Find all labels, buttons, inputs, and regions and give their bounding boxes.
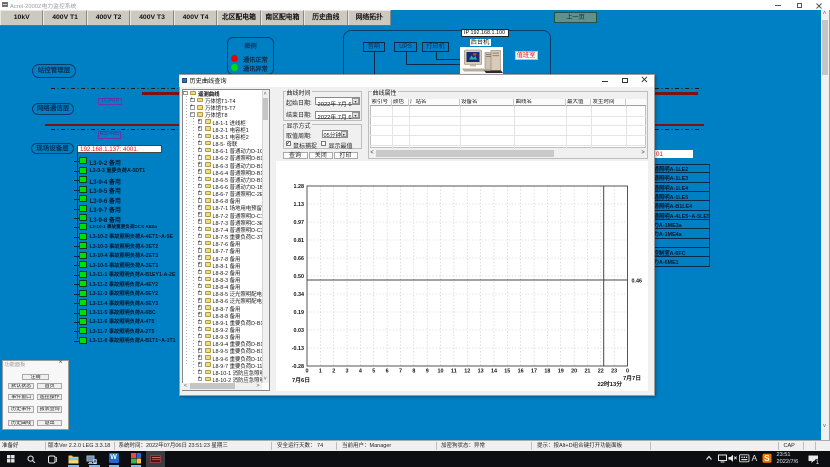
svg-text:2: 2 [332,369,335,375]
svg-text:1: 1 [319,369,322,375]
svg-text:A: A [752,453,758,463]
svg-text:11: 11 [451,369,457,375]
svg-text:8: 8 [412,369,415,375]
svg-text:14: 14 [491,369,497,375]
svg-text:0.03: 0.03 [294,328,305,334]
svg-text:0.66: 0.66 [294,256,305,262]
svg-text:7: 7 [399,369,402,375]
svg-text:4: 4 [359,369,362,375]
svg-text:S: S [764,454,770,463]
svg-text:-0.28: -0.28 [292,364,304,370]
svg-text:17: 17 [531,369,537,375]
svg-text:0.97: 0.97 [294,220,305,226]
svg-text:18: 18 [544,369,550,375]
svg-text:5: 5 [372,369,375,375]
svg-text:20: 20 [571,369,577,375]
svg-text:10: 10 [438,369,444,375]
svg-text:22: 22 [598,369,604,375]
svg-text:0.46: 0.46 [632,279,643,285]
svg-text:16: 16 [518,369,524,375]
svg-text:9: 9 [426,369,429,375]
svg-text:0.34: 0.34 [294,292,305,298]
svg-text:12: 12 [464,369,470,375]
svg-text:19: 19 [558,369,564,375]
svg-text:1.13: 1.13 [294,202,305,208]
svg-text:23: 23 [611,369,617,375]
svg-text:3: 3 [346,369,349,375]
svg-text:-0.13: -0.13 [292,346,304,352]
svg-text:0.50: 0.50 [294,274,305,280]
svg-text:21: 21 [584,369,590,375]
svg-text:13: 13 [478,369,484,375]
svg-text:0.19: 0.19 [294,310,305,316]
svg-text:0.81: 0.81 [294,238,305,244]
svg-text:15: 15 [504,369,510,375]
svg-text:1.28: 1.28 [294,184,305,190]
svg-text:6: 6 [386,369,389,375]
